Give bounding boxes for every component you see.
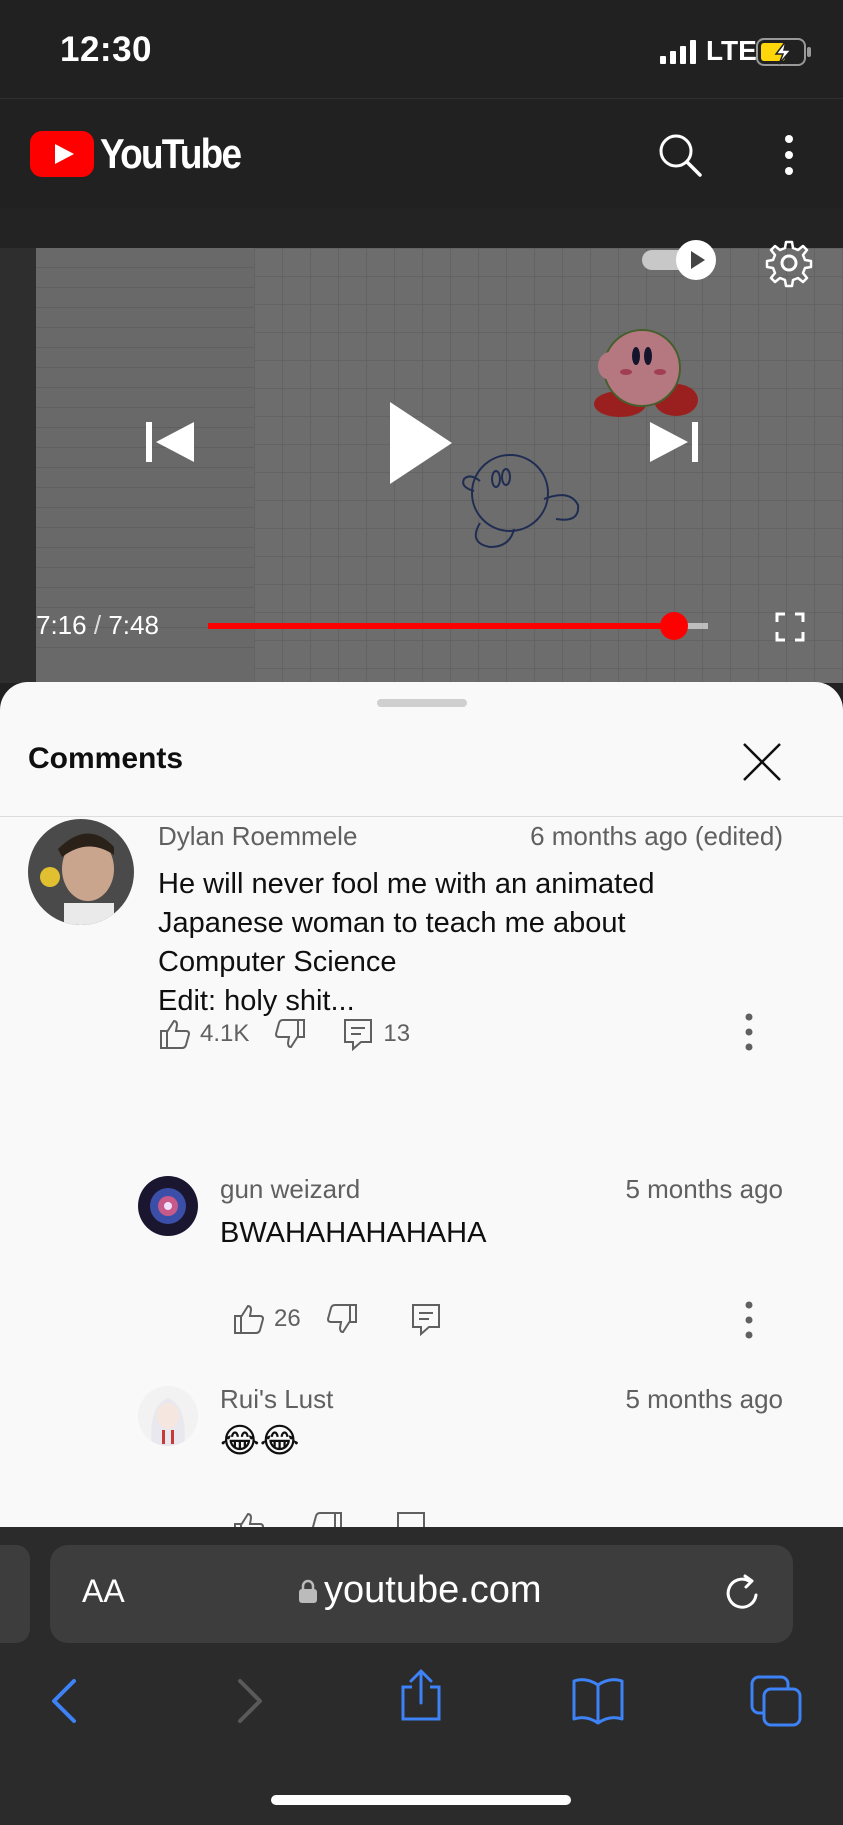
status-bar: 12:30 LTE bbox=[0, 0, 843, 98]
video-player[interactable]: 7:16 / 7:48 bbox=[0, 208, 843, 683]
like-count: 26 bbox=[274, 1305, 301, 1332]
comment-author[interactable]: Dylan Roemmele bbox=[158, 821, 357, 852]
youtube-logo-icon bbox=[30, 131, 94, 177]
comment-time: 5 months ago bbox=[625, 1384, 783, 1414]
url-text: youtube.com bbox=[324, 1569, 542, 1611]
duration: 7:48 bbox=[108, 610, 159, 640]
like-icon[interactable] bbox=[158, 1017, 192, 1051]
address-bar[interactable]: AA youtube.com bbox=[50, 1545, 793, 1643]
comments-title: Comments bbox=[28, 742, 184, 775]
share-icon[interactable] bbox=[395, 1669, 447, 1721]
comment-more-icon[interactable] bbox=[742, 1300, 756, 1340]
autoplay-toggle[interactable] bbox=[642, 240, 722, 280]
text-size-label: AA bbox=[82, 1573, 125, 1609]
more-options-icon[interactable] bbox=[772, 131, 806, 179]
comment: Dylan Roemmele 6 months ago (edited) He … bbox=[0, 817, 843, 1057]
reply-count: 13 bbox=[383, 1020, 411, 1047]
comment-author[interactable]: gun weizard bbox=[220, 1174, 360, 1205]
dislike-icon[interactable] bbox=[273, 1017, 307, 1051]
dislike-icon[interactable] bbox=[310, 1510, 344, 1527]
previous-tab-peek[interactable] bbox=[0, 1545, 30, 1643]
comment-actions: 4.1K 13 bbox=[158, 1017, 434, 1051]
url-display[interactable]: youtube.com bbox=[298, 1569, 542, 1612]
comment-reply: gun weizard 5 months ago BWAHAHAHAHAHA 2… bbox=[0, 1174, 843, 1354]
comment-text: He will never fool me with an animated J… bbox=[158, 868, 655, 1017]
reply-icon[interactable] bbox=[341, 1017, 375, 1051]
comment-text: BWAHAHAHAHAHA bbox=[220, 1217, 487, 1249]
avatar[interactable] bbox=[28, 819, 134, 925]
comment-text: 😂😂 bbox=[220, 1422, 300, 1460]
drag-handle[interactable] bbox=[377, 699, 467, 707]
youtube-header: YouTube bbox=[0, 98, 843, 208]
next-icon[interactable] bbox=[648, 420, 700, 464]
browser-toolbar: AA youtube.com bbox=[0, 1527, 843, 1825]
gear-icon[interactable] bbox=[764, 238, 814, 288]
like-count: 4.1K bbox=[200, 1020, 250, 1047]
dislike-icon[interactable] bbox=[325, 1302, 359, 1336]
close-icon[interactable] bbox=[740, 740, 784, 784]
tabs-icon[interactable] bbox=[750, 1675, 802, 1727]
progress-fill bbox=[208, 623, 674, 629]
comment-time: 5 months ago bbox=[625, 1174, 783, 1204]
lock-icon bbox=[299, 1579, 317, 1603]
previous-icon[interactable] bbox=[144, 420, 196, 464]
scrubber-handle[interactable] bbox=[659, 612, 688, 640]
like-icon[interactable] bbox=[232, 1302, 266, 1336]
network-label: LTE bbox=[706, 35, 757, 66]
avatar[interactable] bbox=[138, 1176, 198, 1236]
comments-panel: Comments Dylan Roemmele 6 months ago (ed… bbox=[0, 682, 843, 1527]
home-indicator[interactable] bbox=[271, 1795, 571, 1805]
forward-icon[interactable] bbox=[222, 1675, 274, 1727]
battery-charging-icon bbox=[756, 38, 811, 66]
progress-bar[interactable] bbox=[208, 612, 708, 640]
signal-icon bbox=[660, 40, 696, 64]
current-time: 7:16 bbox=[36, 610, 87, 640]
reply-icon[interactable] bbox=[394, 1510, 428, 1527]
autoplay-play-icon bbox=[676, 240, 716, 280]
play-icon[interactable] bbox=[386, 398, 456, 488]
comment-reply: Rui's Lust 5 months ago 😂😂 bbox=[0, 1384, 843, 1527]
video-time: 7:16 / 7:48 bbox=[36, 610, 159, 641]
text-size-button[interactable]: AA bbox=[82, 1573, 125, 1610]
bookmarks-icon[interactable] bbox=[572, 1675, 624, 1727]
comment-author[interactable]: Rui's Lust bbox=[220, 1384, 333, 1415]
time-separator: / bbox=[93, 610, 102, 640]
reply-icon[interactable] bbox=[409, 1302, 443, 1336]
like-icon[interactable] bbox=[232, 1510, 266, 1527]
fullscreen-icon[interactable] bbox=[775, 612, 805, 642]
avatar[interactable] bbox=[138, 1386, 198, 1446]
comment-time: 6 months ago (edited) bbox=[530, 821, 783, 851]
comment-more-icon[interactable] bbox=[742, 1012, 756, 1052]
reload-icon[interactable] bbox=[723, 1573, 763, 1613]
comment-actions: 26 bbox=[232, 1302, 443, 1336]
search-icon[interactable] bbox=[656, 131, 704, 179]
youtube-logo-text: YouTube bbox=[100, 130, 242, 177]
comment-actions bbox=[232, 1510, 428, 1527]
youtube-logo[interactable]: YouTube bbox=[30, 130, 259, 177]
back-icon[interactable] bbox=[40, 1675, 92, 1727]
status-time: 12:30 bbox=[60, 30, 153, 69]
